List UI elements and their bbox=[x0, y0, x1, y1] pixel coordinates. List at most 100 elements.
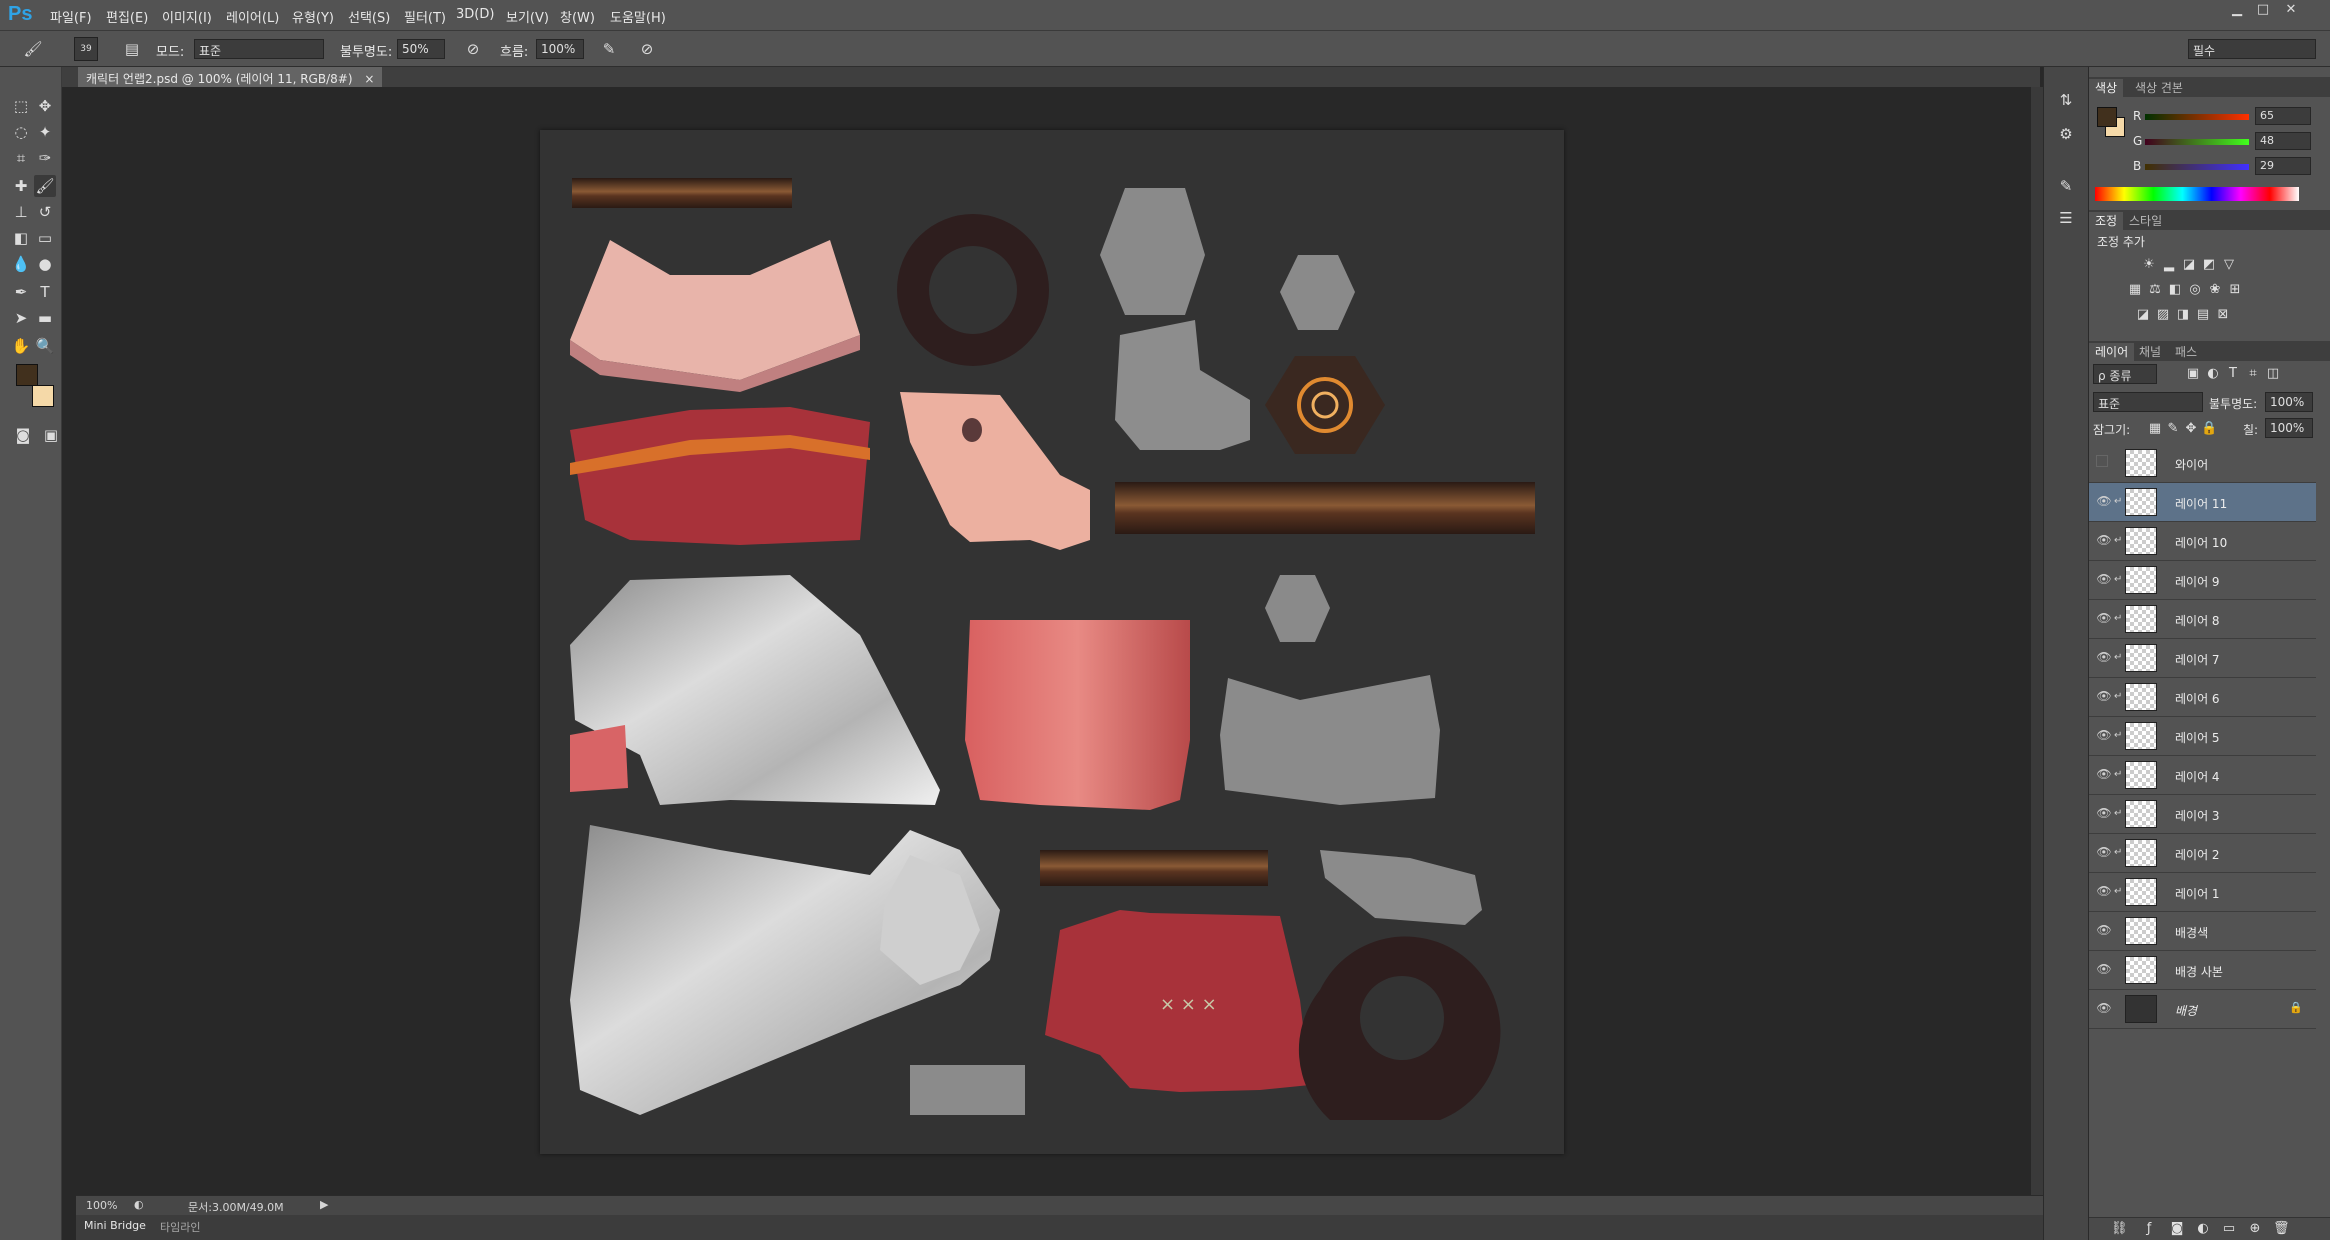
layer-row[interactable]: 👁 ↵ 레이어 10 bbox=[2089, 522, 2316, 561]
visibility-eye-icon[interactable]: 👁 bbox=[2096, 572, 2112, 588]
menu-item-6[interactable]: 필터(T) bbox=[404, 7, 446, 26]
brush-settings-panel-icon[interactable]: ☰ bbox=[2055, 207, 2077, 229]
layer-row[interactable]: 👁 ↵ 레이어 8 bbox=[2089, 600, 2316, 639]
tab-paths[interactable]: 패스 bbox=[2169, 343, 2203, 360]
dodge-tool-icon[interactable]: ● bbox=[34, 253, 56, 275]
type-tool-icon[interactable]: T bbox=[34, 281, 56, 303]
green-value[interactable]: 48 bbox=[2255, 132, 2311, 150]
menu-item-8[interactable]: 보기(V) bbox=[506, 7, 549, 26]
history-brush-tool-icon[interactable]: ↺ bbox=[34, 201, 56, 223]
brightness-icon[interactable]: ☀ bbox=[2141, 257, 2157, 273]
healing-brush-tool-icon[interactable]: ✚ bbox=[10, 175, 32, 197]
posterize-icon[interactable]: ▨ bbox=[2155, 307, 2171, 323]
red-slider[interactable] bbox=[2145, 114, 2249, 120]
menu-item-3[interactable]: 레이어(L) bbox=[226, 7, 279, 26]
filter-adjustment-icon[interactable]: ◐ bbox=[2205, 366, 2221, 382]
menu-item-0[interactable]: 파일(F) bbox=[50, 7, 92, 26]
selective-color-icon[interactable]: ⊠ bbox=[2215, 307, 2231, 323]
filter-type-icon[interactable]: T bbox=[2225, 366, 2241, 382]
hand-tool-icon[interactable]: ✋ bbox=[10, 335, 32, 357]
layer-row[interactable]: 👁 ↵ 레이어 5 bbox=[2089, 717, 2316, 756]
curves-icon[interactable]: ◪ bbox=[2181, 257, 2197, 273]
magic-wand-tool-icon[interactable]: ✦ bbox=[34, 121, 56, 143]
photo-filter-icon[interactable]: ◎ bbox=[2187, 282, 2203, 298]
layer-row[interactable]: 👁 ↵ 레이어 3 bbox=[2089, 795, 2316, 834]
color-spectrum-ramp[interactable] bbox=[2095, 187, 2299, 201]
delete-layer-icon[interactable]: 🗑 bbox=[2273, 1221, 2290, 1237]
tab-channels[interactable]: 채널 bbox=[2133, 343, 2167, 360]
status-menu-arrow-icon[interactable]: ▶ bbox=[320, 1198, 328, 1211]
screen-mode-icon[interactable]: ▣ bbox=[40, 424, 62, 446]
visibility-eye-icon[interactable]: 👁 bbox=[2096, 611, 2112, 627]
color-balance-icon[interactable]: ⚖ bbox=[2147, 282, 2163, 298]
uv-texture-canvas[interactable]: × × × bbox=[540, 130, 1564, 1154]
close-document-icon[interactable]: × bbox=[364, 72, 374, 86]
blue-slider[interactable] bbox=[2145, 164, 2249, 170]
layer-mask-icon[interactable]: ◙ bbox=[2169, 1221, 2185, 1237]
pressure-size-icon[interactable]: ⊘ bbox=[636, 38, 658, 60]
visibility-eye-icon[interactable]: 👁 bbox=[2096, 689, 2112, 705]
blur-tool-icon[interactable]: 💧 bbox=[10, 253, 32, 275]
layer-style-icon[interactable]: ƒ bbox=[2141, 1221, 2157, 1237]
menu-item-5[interactable]: 선택(S) bbox=[348, 7, 390, 26]
filter-pixel-icon[interactable]: ▣ bbox=[2185, 366, 2201, 382]
mode-select[interactable]: 표준 bbox=[194, 39, 324, 59]
layer-row[interactable]: 와이어 bbox=[2089, 444, 2316, 483]
visibility-eye-icon[interactable]: 👁 bbox=[2096, 767, 2112, 783]
quick-mask-icon[interactable]: ◙ bbox=[12, 424, 34, 446]
color-lookup-icon[interactable]: ⊞ bbox=[2227, 282, 2243, 298]
history-panel-icon[interactable]: ⇅ bbox=[2055, 89, 2077, 111]
shape-tool-icon[interactable]: ▬ bbox=[34, 307, 56, 329]
opacity-input[interactable]: 50% bbox=[397, 39, 445, 59]
layer-filter-select[interactable]: ρ 종류 bbox=[2093, 364, 2157, 384]
lock-image-icon[interactable]: ✎ bbox=[2165, 421, 2181, 437]
vibrance-icon[interactable]: ▽ bbox=[2221, 257, 2237, 273]
status-info-icon[interactable]: ◐ bbox=[134, 1198, 144, 1211]
lasso-tool-icon[interactable]: ◌ bbox=[10, 121, 32, 143]
visibility-eye-icon[interactable]: 👁 bbox=[2096, 884, 2112, 900]
brush-size-picker[interactable]: 39 bbox=[74, 37, 98, 61]
vertical-scrollbar[interactable] bbox=[2031, 87, 2043, 1195]
gradient-map-icon[interactable]: ▤ bbox=[2195, 307, 2211, 323]
gradient-tool-icon[interactable]: ▭ bbox=[34, 227, 56, 249]
lock-position-icon[interactable]: ✥ bbox=[2183, 421, 2199, 437]
layer-row[interactable]: 👁 ↵ 레이어 4 bbox=[2089, 756, 2316, 795]
path-selection-tool-icon[interactable]: ➤ bbox=[10, 307, 32, 329]
visibility-eye-icon[interactable]: 👁 bbox=[2096, 845, 2112, 861]
brush-tool-icon[interactable]: 🖌 bbox=[34, 175, 56, 197]
new-layer-icon[interactable]: ⊕ bbox=[2247, 1221, 2263, 1237]
layer-row[interactable]: 👁 배경 사본 bbox=[2089, 951, 2316, 990]
blue-value[interactable]: 29 bbox=[2255, 157, 2311, 175]
layer-row[interactable]: 👁 ↵ 레이어 11 bbox=[2089, 483, 2316, 522]
exposure-icon[interactable]: ◩ bbox=[2201, 257, 2217, 273]
pen-tool-icon[interactable]: ✒ bbox=[10, 281, 32, 303]
filter-shape-icon[interactable]: ⌗ bbox=[2245, 366, 2261, 382]
visibility-eye-icon[interactable]: 👁 bbox=[2096, 533, 2112, 549]
pressure-opacity-icon[interactable]: ⊘ bbox=[462, 38, 484, 60]
maximize-button[interactable]: □ bbox=[2252, 2, 2274, 18]
foreground-color-swatch[interactable] bbox=[16, 364, 38, 386]
eraser-tool-icon[interactable]: ◧ bbox=[10, 227, 32, 249]
brush-panel-toggle-icon[interactable]: ▤ bbox=[121, 38, 143, 60]
crop-tool-icon[interactable]: ⌗ bbox=[10, 147, 32, 169]
zoom-tool-icon[interactable]: 🔍 bbox=[34, 335, 56, 357]
tab-mini-bridge[interactable]: Mini Bridge bbox=[84, 1219, 146, 1232]
invert-icon[interactable]: ◪ bbox=[2135, 307, 2151, 323]
channel-mixer-icon[interactable]: ❀ bbox=[2207, 282, 2223, 298]
threshold-icon[interactable]: ◨ bbox=[2175, 307, 2191, 323]
tab-styles[interactable]: 스타일 bbox=[2123, 212, 2168, 229]
move-tool-icon[interactable]: ✥ bbox=[34, 95, 56, 117]
tab-color[interactable]: 색상 bbox=[2089, 79, 2124, 97]
green-slider[interactable] bbox=[2145, 139, 2249, 145]
tab-layers[interactable]: 레이어 bbox=[2089, 343, 2135, 361]
close-window-button[interactable]: ✕ bbox=[2280, 2, 2302, 18]
zoom-level[interactable]: 100% bbox=[86, 1199, 117, 1212]
minimize-button[interactable]: ▁ bbox=[2226, 2, 2248, 18]
menu-item-9[interactable]: 창(W) bbox=[560, 7, 595, 26]
lock-transparent-icon[interactable]: ▦ bbox=[2147, 421, 2163, 437]
layer-row[interactable]: 👁 배경 🔒 bbox=[2089, 990, 2316, 1029]
black-white-icon[interactable]: ◧ bbox=[2167, 282, 2183, 298]
filter-smart-object-icon[interactable]: ◫ bbox=[2265, 366, 2281, 382]
layer-opacity-input[interactable]: 100% bbox=[2265, 392, 2313, 412]
marquee-tool-icon[interactable]: ⬚ bbox=[10, 95, 32, 117]
